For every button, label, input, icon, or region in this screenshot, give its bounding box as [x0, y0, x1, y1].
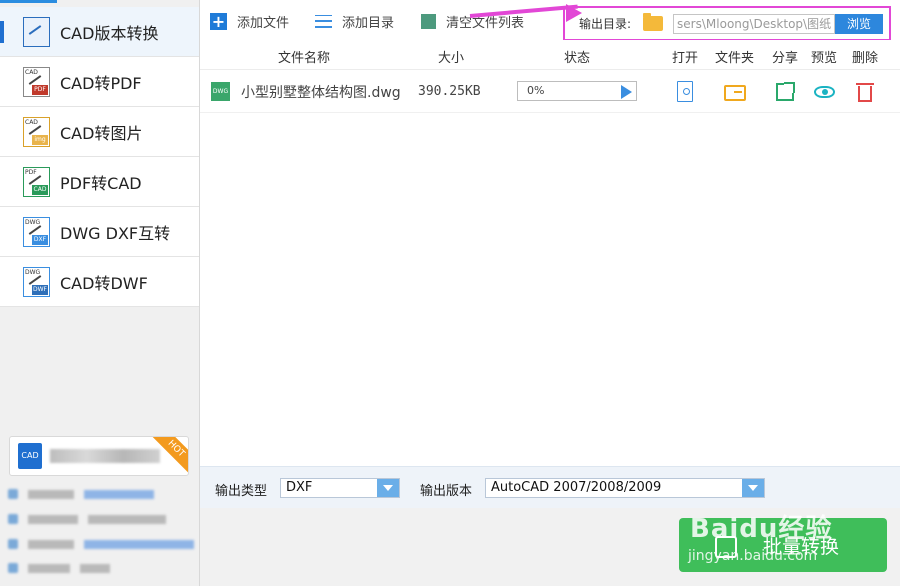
dwg-dxf-icon: DWG DXF [23, 216, 50, 247]
output-directory-group: 输出目录: 浏览 [563, 6, 891, 41]
sidebar-item-label: DWG DXF互转 [60, 223, 171, 243]
promo-banner[interactable]: CAD HOT [9, 436, 189, 476]
output-type-label: 输出类型 [215, 484, 268, 499]
contact-row [8, 488, 154, 500]
sidebar-item-label: CAD版本转换 [60, 23, 159, 43]
file-table-header: 文件名称 大小 状态 打开 文件夹 分享 预览 删除 [200, 40, 900, 70]
column-header-delete: 删除 [852, 51, 879, 66]
cad-app-icon: CAD [18, 443, 42, 469]
column-header-open: 打开 [672, 51, 699, 66]
output-options-bar: 输出类型 DXF 输出版本 AutoCAD 2007/2008/2009 [200, 466, 900, 508]
open-file-icon[interactable] [674, 81, 696, 103]
column-header-folder: 文件夹 [715, 51, 755, 66]
broom-icon [421, 13, 436, 29]
add-file-button[interactable]: + 添加文件 [210, 10, 289, 32]
contact-row [8, 538, 194, 550]
output-version-select[interactable]: AutoCAD 2007/2008/2009 [485, 478, 765, 498]
output-type-value: DXF [286, 480, 313, 495]
column-header-name: 文件名称 [278, 51, 331, 66]
table-row[interactable]: DWG 小型别墅整体结构图.dwg 390.25KB 0% [200, 71, 900, 113]
contact-row [8, 562, 110, 574]
sidebar-item-cad-version[interactable]: CAD版本转换 [0, 7, 199, 57]
cad-version-icon [23, 16, 50, 47]
file-name: 小型别墅整体结构图.dwg [241, 85, 401, 101]
browse-button[interactable]: 浏览 [835, 13, 884, 34]
column-header-status: 状态 [564, 51, 591, 66]
add-directory-label: 添加目录 [342, 15, 395, 31]
progress-text: 0% [527, 84, 545, 97]
output-version-label: 输出版本 [420, 484, 473, 499]
sidebar-item-cad-to-pdf[interactable]: CAD PDF CAD转PDF [0, 57, 199, 107]
cad-to-image-icon: CAD img [23, 116, 50, 147]
open-folder-icon[interactable] [724, 81, 746, 103]
add-directory-button[interactable]: 添加目录 [315, 10, 394, 32]
sidebar-item-label: CAD转PDF [60, 73, 142, 93]
contact-row [8, 513, 166, 525]
chevron-down-icon [377, 479, 399, 497]
pdf-to-cad-icon: PDF CAD [23, 166, 50, 197]
output-directory-label: 输出目录: [579, 17, 632, 31]
batch-convert-label: 批量转换 [762, 535, 839, 558]
sidebar-item-dwg-dxf[interactable]: DWG DXF DWG DXF互转 [0, 207, 199, 257]
sidebar-item-pdf-to-cad[interactable]: PDF CAD PDF转CAD [0, 157, 199, 207]
file-size: 390.25KB [418, 84, 481, 99]
folder-icon[interactable] [643, 13, 664, 31]
column-header-preview: 预览 [811, 51, 838, 66]
preview-eye-icon[interactable] [813, 81, 835, 103]
chevron-down-icon [742, 479, 764, 497]
promo-text-blurred [50, 449, 160, 463]
column-header-share: 分享 [772, 51, 799, 66]
dwg-file-icon: DWG [211, 82, 230, 101]
file-list-area [200, 113, 900, 466]
play-icon[interactable] [621, 85, 632, 99]
sidebar: CAD版本转换 CAD PDF CAD转PDF CAD img CAD转图片 P… [0, 0, 200, 586]
batch-convert-button[interactable]: 批量转换 [679, 518, 887, 572]
output-path-input[interactable] [673, 13, 836, 34]
sidebar-item-label: CAD转图片 [60, 123, 143, 143]
sidebar-item-cad-to-image[interactable]: CAD img CAD转图片 [0, 107, 199, 157]
list-icon [315, 13, 332, 30]
sidebar-item-label: CAD转DWF [60, 273, 148, 293]
plus-icon: + [210, 11, 227, 31]
share-icon[interactable] [775, 81, 797, 103]
output-version-value: AutoCAD 2007/2008/2009 [491, 480, 662, 495]
convert-icon [715, 536, 737, 558]
progress-bar: 0% [517, 81, 637, 101]
trash-icon[interactable] [855, 81, 877, 103]
output-type-select[interactable]: DXF [280, 478, 400, 498]
cad-to-dwf-icon: DWG DWF [23, 266, 50, 297]
column-header-size: 大小 [438, 51, 465, 66]
sidebar-item-cad-to-dwf[interactable]: DWG DWF CAD转DWF [0, 257, 199, 307]
cad-to-pdf-icon: CAD PDF [23, 66, 50, 97]
add-file-label: 添加文件 [237, 15, 290, 31]
window-top-strip [0, 0, 57, 3]
sidebar-item-label: PDF转CAD [60, 173, 142, 193]
